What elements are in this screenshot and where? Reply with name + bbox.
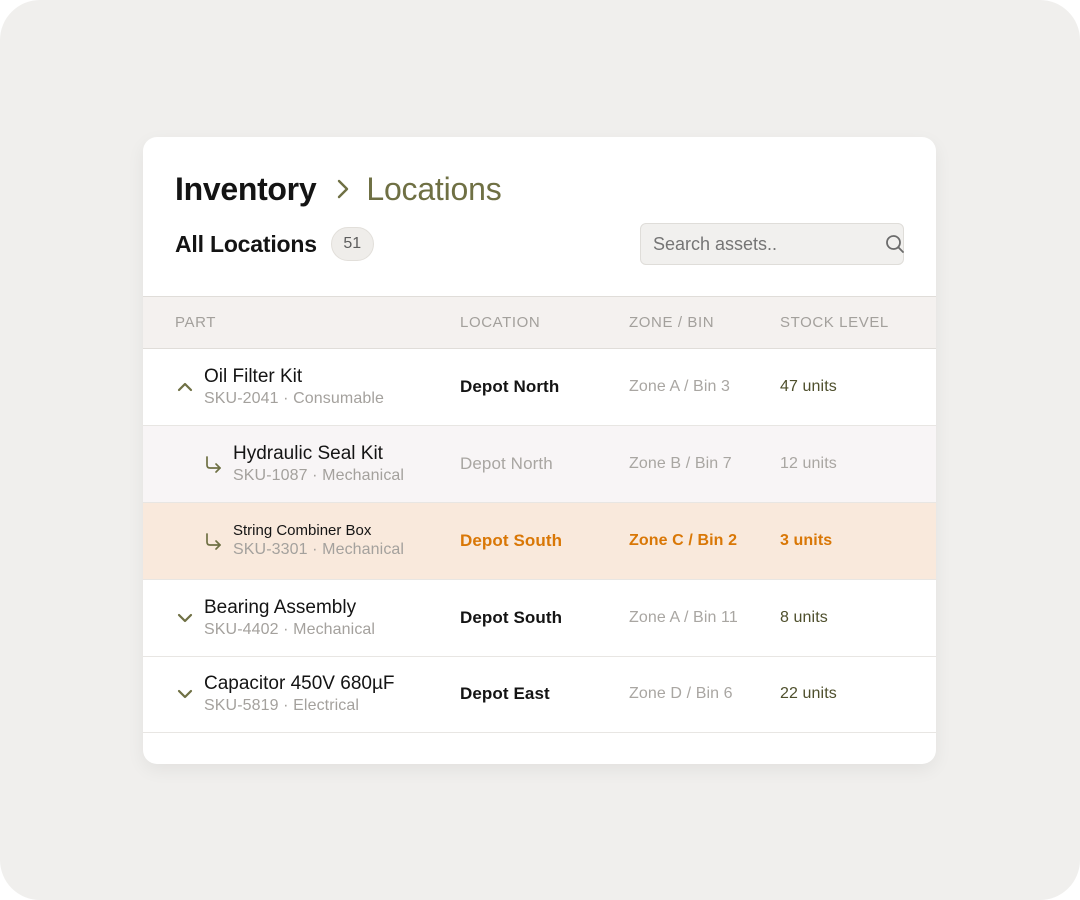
zone-cell: Zone A / Bin 11 (629, 609, 738, 626)
part-sku: SKU-3301 · Mechanical (233, 541, 405, 558)
section-title: All Locations (175, 230, 317, 257)
count-badge: 51 (330, 227, 374, 261)
breadcrumb: Inventory Locations (175, 169, 502, 209)
table-header: PART LOCATION ZONE / BIN STOCK LEVEL (143, 296, 936, 349)
location-cell: Depot South (460, 608, 563, 627)
table-row[interactable]: Hydraulic Seal Kit SKU-1087 · Mechanical… (143, 426, 936, 503)
column-header-part[interactable]: PART (175, 297, 216, 348)
location-cell: Depot North (460, 377, 560, 396)
part-name: Capacitor 450V 680µF (204, 673, 395, 694)
stock-cell: 3 units (780, 532, 833, 549)
chevron-right-icon (326, 177, 360, 201)
stock-cell: 8 units (780, 609, 828, 626)
part-cell: Hydraulic Seal Kit SKU-1087 · Mechanical (233, 443, 404, 485)
part-sku: SKU-5819 · Electrical (204, 697, 360, 714)
stock-cell: 12 units (780, 455, 837, 472)
zone-cell: Zone D / Bin 6 (629, 685, 733, 702)
breadcrumb-current: Locations (366, 170, 502, 207)
column-header-stock[interactable]: STOCK LEVEL (780, 297, 889, 348)
part-cell: Capacitor 450V 680µF SKU-5819 · Electric… (204, 673, 395, 715)
zone-cell: Zone C / Bin 2 (629, 532, 738, 549)
part-cell: Bearing Assembly SKU-4402 · Mechanical (204, 597, 375, 639)
part-name: Bearing Assembly (204, 597, 357, 618)
breadcrumb-root[interactable]: Inventory (175, 171, 317, 208)
inventory-card: Inventory Locations All Locations 51 PAR… (143, 137, 936, 764)
table-row[interactable]: Bearing Assembly SKU-4402 · Mechanical D… (143, 580, 936, 657)
part-name: Hydraulic Seal Kit (233, 443, 383, 464)
part-name: Oil Filter Kit (204, 366, 303, 387)
location-cell: Depot North (460, 454, 553, 473)
search-input[interactable] (653, 233, 885, 255)
part-sku: SKU-2041 · Consumable (204, 390, 384, 407)
location-cell: Depot East (460, 684, 550, 703)
child-arrow-icon (204, 454, 224, 474)
search-box[interactable] (640, 223, 904, 265)
search-icon[interactable] (885, 233, 905, 255)
part-cell: Oil Filter Kit SKU-2041 · Consumable (204, 366, 384, 408)
stock-cell: 22 units (780, 685, 837, 702)
part-name: String Combiner Box (233, 522, 372, 539)
chevron-up-icon[interactable] (175, 377, 195, 397)
stock-cell: 47 units (780, 378, 837, 395)
zone-cell: Zone B / Bin 7 (629, 455, 732, 472)
part-sku: SKU-4402 · Mechanical (204, 621, 376, 638)
section-header: All Locations 51 (175, 227, 374, 261)
column-header-zone[interactable]: ZONE / BIN (629, 297, 714, 348)
chevron-down-icon[interactable] (175, 684, 195, 704)
table-row[interactable]: Capacitor 450V 680µF SKU-5819 · Electric… (143, 656, 936, 733)
part-sku: SKU-1087 · Mechanical (233, 467, 405, 484)
zone-cell: Zone A / Bin 3 (629, 378, 731, 395)
child-arrow-icon (204, 531, 224, 551)
column-header-location[interactable]: LOCATION (460, 297, 540, 348)
chevron-down-icon[interactable] (175, 608, 195, 628)
table-row[interactable]: String Combiner Box SKU-3301 · Mechanica… (143, 503, 936, 580)
part-cell: String Combiner Box SKU-3301 · Mechanica… (233, 522, 404, 559)
table-row[interactable]: Oil Filter Kit SKU-2041 · Consumable Dep… (143, 349, 936, 426)
location-cell: Depot South (460, 531, 563, 550)
